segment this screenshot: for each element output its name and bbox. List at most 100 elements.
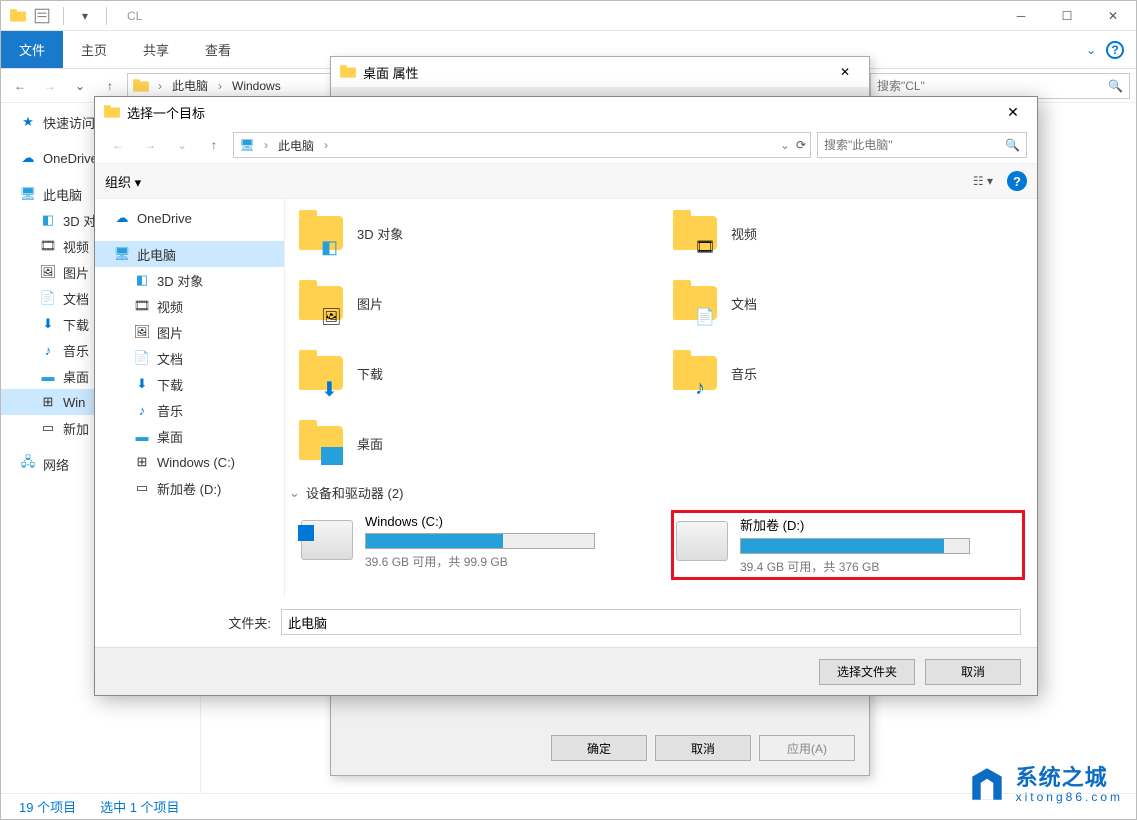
tree-item-windows-c[interactable]: ⊞Windows (C:) <box>95 449 284 475</box>
breadcrumb-pc[interactable]: 此电脑 <box>276 137 316 154</box>
forward-button[interactable]: → <box>37 73 63 99</box>
tree-item-newvol-d[interactable]: ▭新加卷 (D:) <box>95 475 284 501</box>
folder-icon: ⬇ <box>297 349 345 397</box>
folder-documents[interactable]: 📄 文档 <box>671 273 1025 333</box>
drive-name: 新加卷 (D:) <box>740 515 1020 534</box>
tree-item-documents[interactable]: 📄文档 <box>95 345 284 371</box>
search-input[interactable] <box>877 79 1108 93</box>
organize-button[interactable]: 组织 ▾ <box>105 172 141 191</box>
drive-bar <box>365 533 595 549</box>
folder-desktop[interactable]: 桌面 <box>297 413 651 473</box>
apply-button[interactable]: 应用(A) <box>759 735 855 761</box>
folder-label: 视频 <box>731 224 757 243</box>
download-icon: ⬇ <box>321 377 343 395</box>
tree-item-3d[interactable]: ◧3D 对象 <box>95 267 284 293</box>
tree-item-desktop[interactable]: ▬ 桌面 <box>95 423 284 449</box>
tree-label: 图片 <box>157 323 183 342</box>
ribbon-tab-share[interactable]: 共享 <box>125 31 187 68</box>
chevron-down-icon[interactable]: ⌄ <box>780 138 790 152</box>
drive-icon: ▭ <box>39 419 57 437</box>
recent-chevron-icon[interactable]: ⌄ <box>169 132 195 158</box>
folder-label: 文档 <box>731 294 757 313</box>
select-folder-button[interactable]: 选择文件夹 <box>819 659 915 685</box>
folder-3d[interactable]: ◧ 3D 对象 <box>297 203 651 263</box>
select-folder-row: 文件夹: <box>95 597 1037 647</box>
folder-icon: 🖼 <box>297 279 345 327</box>
close-button[interactable]: ✕ <box>997 97 1029 127</box>
select-search-box[interactable]: 🔍 <box>817 132 1027 158</box>
select-address-row: ← → ⌄ ↑ 🖥 此电脑 ⌄ ⟳ 🔍 <box>95 127 1037 163</box>
tree-label: 此电脑 <box>43 185 82 204</box>
drive-bar <box>740 538 970 554</box>
ribbon-tab-home[interactable]: 主页 <box>63 31 125 68</box>
tree-label: 桌面 <box>157 427 183 446</box>
tree-label: OneDrive <box>43 151 98 166</box>
properties-titlebar: 桌面 属性 ✕ <box>331 57 869 87</box>
recent-chevron-icon[interactable]: ⌄ <box>67 73 93 99</box>
refresh-icon[interactable]: ⟳ <box>796 138 806 152</box>
desktop-icon: ▬ <box>133 427 151 445</box>
cube-icon: ◧ <box>321 237 343 255</box>
view-options-icon[interactable]: ☷ ▾ <box>973 174 993 188</box>
ribbon-tab-file[interactable]: 文件 <box>1 31 63 68</box>
folder-input[interactable] <box>281 609 1021 635</box>
video-icon: 🎞 <box>39 237 57 255</box>
folder-icon: 📄 <box>671 279 719 327</box>
folder-icon <box>297 419 345 467</box>
tree-item-downloads[interactable]: ⬇下载 <box>95 371 284 397</box>
breadcrumb-separator <box>260 138 272 152</box>
section-drives[interactable]: ⌄ 设备和驱动器 (2) <box>289 483 1025 502</box>
up-button[interactable]: ↑ <box>201 132 227 158</box>
ok-button[interactable]: 确定 <box>551 735 647 761</box>
select-toolbar: 组织 ▾ ☷ ▾ ? <box>95 163 1037 199</box>
chevron-down-icon[interactable]: ▾ <box>76 7 94 25</box>
breadcrumb-pc[interactable]: 此电脑 <box>170 77 210 94</box>
minimize-button[interactable]: ─ <box>998 1 1044 31</box>
tree-label: 下载 <box>63 315 89 334</box>
search-icon[interactable]: 🔍 <box>1005 138 1020 152</box>
drive-d[interactable]: 新加卷 (D:) 39.4 GB 可用，共 376 GB <box>671 510 1025 580</box>
folder-music[interactable]: ♪ 音乐 <box>671 343 1025 403</box>
folder-label: 3D 对象 <box>357 224 403 243</box>
close-button[interactable]: ✕ <box>1090 1 1136 31</box>
tree-item-pictures[interactable]: 🖼图片 <box>95 319 284 345</box>
drive-icon <box>676 521 728 561</box>
drive-c[interactable]: Windows (C:) 39.6 GB 可用，共 99.9 GB <box>297 510 651 580</box>
cancel-button[interactable]: 取消 <box>925 659 1021 685</box>
watermark-cn: 系统之城 <box>1016 766 1123 790</box>
back-button[interactable]: ← <box>105 132 131 158</box>
forward-button[interactable]: → <box>137 132 163 158</box>
drive-info: 新加卷 (D:) 39.4 GB 可用，共 376 GB <box>740 515 1020 575</box>
properties-buttons: 确定 取消 应用(A) <box>551 735 855 761</box>
select-address-box[interactable]: 🖥 此电脑 ⌄ ⟳ <box>233 132 811 158</box>
properties-icon[interactable] <box>33 7 51 25</box>
help-icon[interactable]: ? <box>1106 41 1124 59</box>
help-icon[interactable]: ? <box>1007 171 1027 191</box>
tree-item-this-pc[interactable]: 🖥此电脑 <box>95 241 284 267</box>
search-icon[interactable]: 🔍 <box>1108 79 1123 93</box>
select-search-input[interactable] <box>824 138 999 152</box>
folder-downloads[interactable]: ⬇ 下载 <box>297 343 651 403</box>
breadcrumb-windows[interactable]: Windows <box>230 79 283 93</box>
back-button[interactable]: ← <box>7 73 33 99</box>
tree-item-videos[interactable]: 🎞视频 <box>95 293 284 319</box>
tree-item-onedrive[interactable]: ☁OneDrive <box>95 205 284 231</box>
folder-label: 桌面 <box>357 434 383 453</box>
up-button[interactable]: ↑ <box>97 73 123 99</box>
window-controls: ─ ☐ ✕ <box>998 1 1136 31</box>
select-title: 选择一个目标 <box>127 103 205 122</box>
tree-label: 文档 <box>63 289 89 308</box>
cancel-button[interactable]: 取消 <box>655 735 751 761</box>
chevron-down-icon[interactable]: ⌄ <box>1086 43 1096 57</box>
ribbon-tab-view[interactable]: 查看 <box>187 31 249 68</box>
folder-pictures[interactable]: 🖼 图片 <box>297 273 651 333</box>
close-icon[interactable]: ✕ <box>829 65 861 79</box>
tree-label: 视频 <box>63 237 89 256</box>
folder-videos[interactable]: 🎞 视频 <box>671 203 1025 263</box>
tree-label: 新加卷 (D:) <box>157 479 221 498</box>
search-box[interactable]: 🔍 <box>870 73 1130 99</box>
cloud-icon: ☁ <box>113 209 131 227</box>
maximize-button[interactable]: ☐ <box>1044 1 1090 31</box>
drive-bar-fill <box>741 539 944 553</box>
tree-item-music[interactable]: ♪音乐 <box>95 397 284 423</box>
